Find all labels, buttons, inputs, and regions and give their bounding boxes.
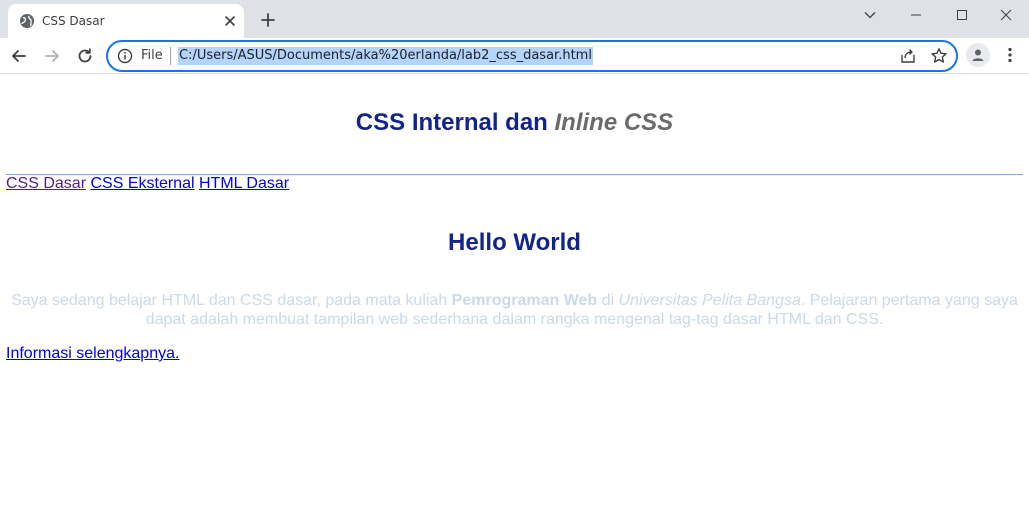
page-title-inline: Inline	[554, 109, 618, 136]
scheme-label: File	[141, 48, 163, 63]
tab-title: CSS Dasar	[42, 14, 105, 28]
nav-link-css-eksternal[interactable]: CSS Eksternal	[90, 175, 194, 192]
bookmark-button[interactable]	[929, 46, 949, 66]
address-separator	[170, 47, 171, 65]
nav-link-html-dasar[interactable]: HTML Dasar	[199, 175, 289, 192]
page-title: CSS Internal dan Inline CSS	[0, 108, 1029, 138]
page-title-main: CSS Internal dan	[355, 109, 555, 136]
more-vertical-icon	[1008, 47, 1012, 63]
new-tab-plus-icon[interactable]	[256, 8, 280, 32]
close-tab-icon[interactable]	[222, 13, 238, 29]
page-nav: CSS Dasar CSS Eksternal HTML Dasar	[6, 174, 289, 193]
arrow-right-icon	[45, 50, 59, 62]
arrow-left-icon	[12, 50, 26, 62]
person-icon	[972, 49, 984, 61]
close-icon	[1000, 9, 1012, 21]
close-window-button[interactable]	[983, 0, 1029, 30]
profile-button[interactable]	[966, 43, 990, 67]
paragraph-italic-university: Universitas Pelita Bangsa	[618, 292, 801, 309]
maximize-icon	[957, 10, 967, 20]
minimize-icon	[911, 14, 921, 16]
info-icon[interactable]	[117, 48, 133, 64]
tab-search-button[interactable]	[847, 0, 893, 30]
page-viewport: CSS Internal dan Inline CSS CSS Dasar CS…	[0, 74, 1029, 519]
reload-button[interactable]	[72, 43, 98, 69]
chevron-down-icon	[864, 12, 876, 19]
url-text[interactable]: C:/Users/ASUS/Documents/aka%20erlanda/la…	[178, 47, 593, 65]
tab-strip: CSS Dasar	[0, 0, 1029, 38]
address-bar[interactable]: File C:/Users/ASUS/Documents/aka%20erlan…	[106, 40, 958, 72]
browser-menu-button[interactable]	[1000, 43, 1020, 67]
intro-paragraph: Saya sedang belajar HTML dan CSS dasar, …	[6, 291, 1023, 329]
star-icon	[931, 48, 947, 63]
browser-toolbar: File C:/Users/ASUS/Documents/aka%20erlan…	[0, 38, 1029, 74]
paragraph-text-1: Saya sedang belajar HTML dan CSS dasar, …	[11, 292, 452, 309]
paragraph-text-2: di	[597, 292, 619, 309]
page-title-space	[617, 109, 624, 136]
forward-button[interactable]	[39, 43, 65, 69]
share-icon	[901, 49, 915, 63]
maximize-button[interactable]	[939, 0, 985, 30]
reload-icon	[78, 48, 92, 63]
page-title-css: CSS	[623, 109, 674, 136]
nav-link-css-dasar[interactable]: CSS Dasar	[6, 175, 86, 192]
more-info-link[interactable]: Informasi selengkapnya.	[6, 344, 179, 363]
minimize-button[interactable]	[893, 0, 939, 30]
globe-icon	[20, 14, 34, 28]
paragraph-bold-course: Pemrograman Web	[451, 292, 598, 309]
share-button[interactable]	[898, 46, 918, 66]
browser-tab-active[interactable]: CSS Dasar	[8, 4, 244, 38]
content-heading: Hello World	[448, 229, 581, 256]
back-button[interactable]	[6, 43, 32, 69]
